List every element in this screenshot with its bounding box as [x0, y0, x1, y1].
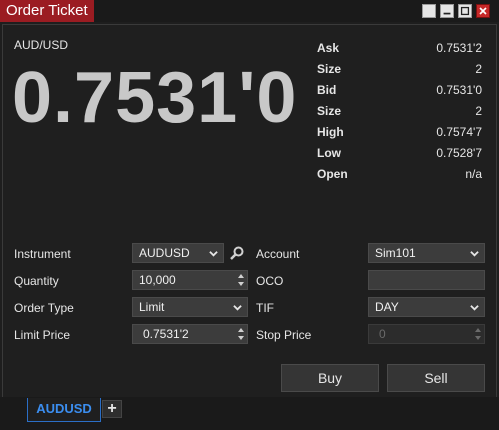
bid-value: 0.7531'0	[436, 83, 482, 97]
quantity-value: 10,000	[139, 273, 176, 287]
add-tab-button[interactable]: +	[102, 400, 122, 418]
open-value: n/a	[465, 167, 482, 181]
high-label: High	[317, 125, 344, 139]
order-type-value: Limit	[139, 300, 165, 314]
oco-label: OCO	[256, 274, 284, 288]
chevron-down-icon	[470, 251, 479, 257]
buy-button[interactable]: Buy	[281, 364, 379, 392]
maximize-icon	[460, 6, 470, 16]
account-select[interactable]: Sim101	[368, 243, 485, 263]
instrument-select-value: AUDUSD	[139, 246, 190, 260]
oco-input[interactable]	[368, 270, 485, 290]
search-icon[interactable]	[229, 245, 245, 261]
chevron-down-icon	[233, 305, 242, 311]
tab-audusd[interactable]: AUDUSD	[27, 398, 101, 422]
quantity-label: Quantity	[14, 274, 59, 288]
stop-price-label: Stop Price	[256, 328, 312, 342]
close-icon	[479, 7, 487, 15]
low-value: 0.7528'7	[436, 146, 482, 160]
instrument-select[interactable]: AUDUSD	[132, 243, 224, 263]
limit-price-value: 0.7531'2	[143, 327, 189, 341]
open-label: Open	[317, 167, 348, 181]
spinner-icon	[475, 328, 481, 340]
stop-price-stepper: 0	[368, 324, 485, 344]
tif-label: TIF	[256, 301, 274, 315]
minimize-button[interactable]	[440, 4, 454, 18]
stop-price-value: 0	[379, 327, 386, 341]
sell-button[interactable]: Sell	[387, 364, 485, 392]
chevron-down-icon	[209, 251, 218, 257]
order-type-select[interactable]: Limit	[132, 297, 248, 317]
account-select-value: Sim101	[375, 246, 416, 260]
restore-button[interactable]	[422, 4, 436, 18]
ask-label: Ask	[317, 41, 340, 55]
title-bar: Order Ticket	[0, 0, 499, 22]
bid-size-label: Size	[317, 104, 342, 118]
limit-price-label: Limit Price	[14, 328, 71, 342]
tif-select[interactable]: DAY	[368, 297, 485, 317]
tif-value: DAY	[375, 300, 399, 314]
ask-value: 0.7531'2	[436, 41, 482, 55]
chevron-down-icon	[470, 305, 479, 311]
bid-size-value: 2	[475, 104, 482, 118]
minimize-icon	[443, 12, 451, 15]
quote-instrument: AUD/USD	[14, 38, 69, 52]
order-type-label: Order Type	[14, 301, 74, 315]
ask-size-label: Size	[317, 62, 342, 76]
ask-size-value: 2	[475, 62, 482, 76]
bid-label: Bid	[317, 83, 337, 97]
low-label: Low	[317, 146, 341, 160]
spinner-icon[interactable]	[237, 272, 245, 288]
limit-price-stepper[interactable]: 0.7531'2	[132, 324, 248, 344]
instrument-label: Instrument	[14, 247, 71, 261]
account-label: Account	[256, 247, 300, 261]
maximize-button[interactable]	[458, 4, 472, 18]
spinner-icon[interactable]	[237, 326, 245, 342]
close-button[interactable]	[476, 4, 490, 18]
window-title: Order Ticket	[0, 0, 94, 22]
quantity-stepper[interactable]: 10,000	[132, 270, 248, 290]
last-price: 0.7531'0	[12, 58, 298, 138]
high-value: 0.7574'7	[436, 125, 482, 139]
